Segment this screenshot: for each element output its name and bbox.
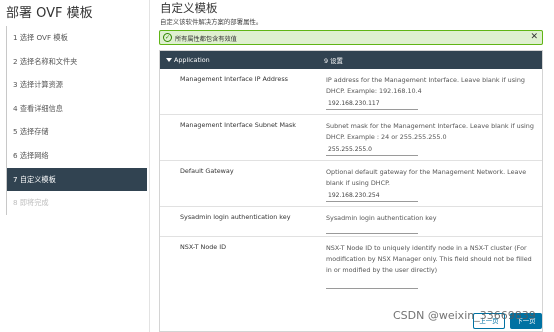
wizard-step-networks[interactable]: 6 选择网络 bbox=[7, 144, 147, 168]
wizard-step-select-ovf[interactable]: 1 选择 OVF 模板 bbox=[7, 26, 147, 50]
ip-address-input[interactable]: 192.168.230.117 bbox=[326, 98, 418, 110]
property-description: Optional default gateway for the Managem… bbox=[326, 168, 527, 187]
default-gateway-input[interactable]: 192.168.230.254 bbox=[326, 190, 418, 202]
section-header-application[interactable]: Application 9 设置 bbox=[160, 51, 542, 69]
wizard-step-name-folder[interactable]: 2 选择名称和文件夹 bbox=[7, 50, 147, 74]
alert-text: 所有属性都包含有效值 bbox=[175, 36, 237, 43]
page-title: 自定义模板 bbox=[160, 1, 218, 15]
property-label: NSX-T Node ID bbox=[180, 243, 227, 251]
wizard-step-compute-resource[interactable]: 3 选择计算资源 bbox=[7, 73, 147, 97]
node-id-input[interactable] bbox=[326, 277, 418, 289]
wizard-title: 部署 OVF 模板 bbox=[6, 6, 93, 21]
page-subtitle: 自定义该软件解决方案的部署属性。 bbox=[160, 18, 263, 26]
property-label: Management Interface IP Address bbox=[180, 75, 288, 83]
wizard-step-ready-to-complete: 8 即将完成 bbox=[13, 198, 49, 208]
wizard-step-review-details[interactable]: 4 查看详细信息 bbox=[7, 97, 147, 121]
check-circle-icon: ✓ bbox=[163, 33, 172, 42]
subnet-mask-input[interactable]: 255.255.255.0 bbox=[326, 144, 418, 156]
property-row-node-id: NSX-T Node ID NSX-T Node ID to uniquely … bbox=[160, 237, 542, 297]
property-row-gateway: Default Gateway Optional default gateway… bbox=[160, 161, 542, 207]
close-icon[interactable]: ✕ bbox=[530, 32, 538, 43]
section-name: Application bbox=[174, 56, 210, 64]
wizard-step-customize-template[interactable]: 7 自定义模板 bbox=[7, 167, 147, 192]
property-label: Default Gateway bbox=[180, 167, 234, 175]
section-count: 9 设置 bbox=[324, 57, 343, 65]
property-row-sysadmin-key: Sysadmin login authentication key Sysadm… bbox=[160, 207, 542, 237]
watermark: CSDN @weixin_33669839 bbox=[393, 309, 536, 322]
property-description: NSX-T Node ID to uniquely identify node … bbox=[326, 244, 532, 274]
property-row-ip: Management Interface IP Address IP addre… bbox=[160, 69, 542, 115]
property-label: Management Interface Subnet Mask bbox=[180, 121, 296, 129]
sysadmin-key-input[interactable] bbox=[326, 222, 418, 234]
success-alert: ✓ 所有属性都包含有效值 ✕ bbox=[159, 30, 543, 45]
property-description: IP address for the Management Interface.… bbox=[326, 76, 525, 95]
wizard-sidebar: 部署 OVF 模板 1 选择 OVF 模板 2 选择名称和文件夹 3 选择计算资… bbox=[0, 0, 150, 332]
chevron-down-icon[interactable] bbox=[166, 58, 172, 62]
properties-section: Application 9 设置 Management Interface IP… bbox=[159, 50, 543, 332]
property-label: Sysadmin login authentication key bbox=[180, 213, 291, 221]
wizard-step-storage[interactable]: 5 选择存储 bbox=[7, 120, 147, 144]
property-row-subnet: Management Interface Subnet Mask Subnet … bbox=[160, 115, 542, 161]
property-description: Subnet mask for the Management Interface… bbox=[326, 122, 534, 141]
wizard-steps: 1 选择 OVF 模板 2 选择名称和文件夹 3 选择计算资源 4 查看详细信息… bbox=[6, 26, 147, 215]
